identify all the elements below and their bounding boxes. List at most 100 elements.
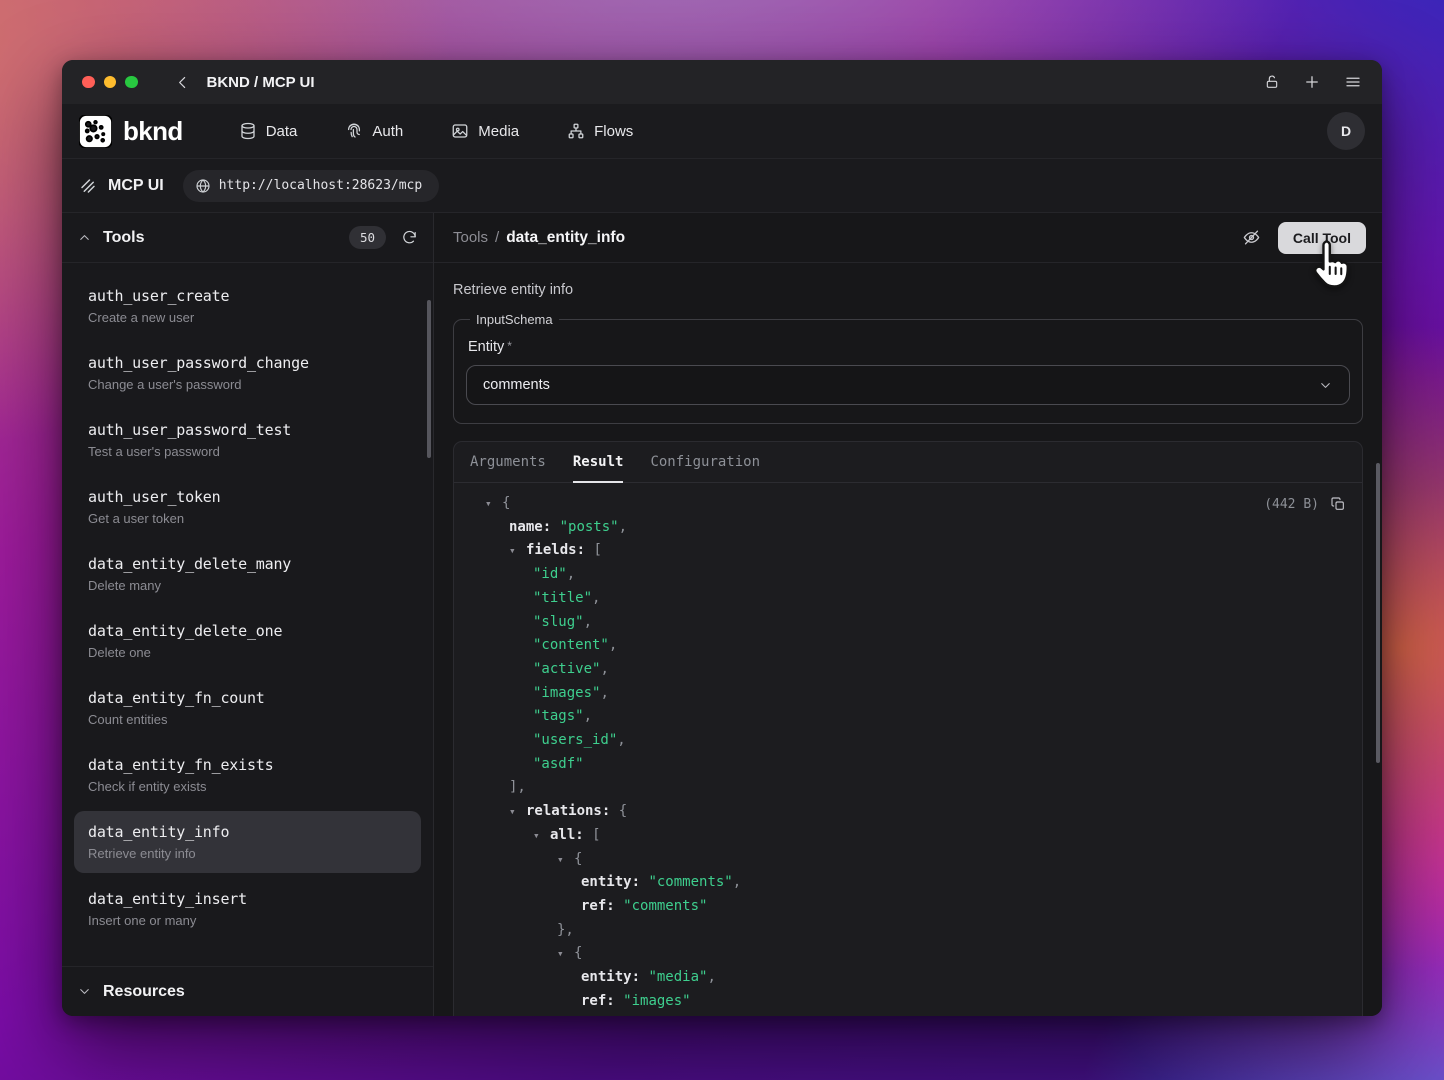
json-line: "id", (470, 563, 1346, 587)
json-punct: { (574, 851, 582, 867)
chevron-down-icon (77, 984, 92, 999)
close-window-button[interactable] (82, 76, 95, 89)
nav-item-media[interactable]: Media (451, 122, 519, 140)
chevron-down-icon (1318, 378, 1333, 393)
input-schema-legend: InputSchema (470, 312, 559, 327)
json-line: ▾{ (470, 492, 1346, 516)
back-icon[interactable] (174, 74, 191, 91)
json-punct: [ (593, 542, 601, 558)
tool-list-item[interactable]: data_entity_fn_existsCheck if entity exi… (74, 744, 421, 806)
collapse-toggle-icon[interactable]: ▾ (509, 539, 526, 563)
main-scrollbar[interactable] (1376, 463, 1380, 763)
tool-list-item[interactable]: data_entity_delete_manyDelete many (74, 543, 421, 605)
json-line: ▾all: [ (470, 824, 1346, 848)
tab-configuration[interactable]: Configuration (650, 442, 760, 483)
minimize-window-button[interactable] (104, 76, 117, 89)
tool-description: Retrieve entity info (434, 263, 1382, 298)
brand-logo[interactable]: bknd (79, 115, 183, 148)
json-line: "slug", (470, 611, 1346, 635)
new-tab-plus-icon[interactable] (1303, 73, 1321, 91)
refresh-icon[interactable] (401, 229, 418, 246)
nav-item-flows[interactable]: Flows (567, 122, 633, 140)
json-punct (584, 827, 592, 843)
json-line: ], (470, 776, 1346, 800)
json-key: ref: (581, 993, 615, 1009)
json-string: "media" (648, 969, 707, 985)
collapse-toggle-icon[interactable]: ▾ (557, 942, 574, 966)
sidebar-scrollbar[interactable] (427, 300, 431, 458)
json-line: ref: "comments" (470, 895, 1346, 919)
collapse-toggle-icon[interactable]: ▾ (485, 492, 502, 516)
json-key: fields: (526, 542, 585, 558)
tool-list-item[interactable]: data_entity_insertInsert one or many (74, 878, 421, 940)
maximize-window-button[interactable] (125, 76, 138, 89)
json-string: "title" (533, 590, 592, 606)
collapse-toggle-icon[interactable]: ▾ (509, 800, 526, 824)
database-icon (239, 122, 257, 140)
tool-list-item[interactable]: auth_user_password_change Change a user's… (74, 342, 421, 404)
json-string: "posts" (560, 519, 619, 535)
json-line: name: "posts", (470, 516, 1346, 540)
user-avatar[interactable]: D (1327, 112, 1365, 150)
entity-select-value: comments (483, 377, 550, 393)
json-string: "images" (533, 685, 600, 701)
window-titlebar: BKND / MCP UI (62, 60, 1382, 104)
json-line: entity: "media", (470, 966, 1346, 990)
tools-count-badge: 50 (349, 226, 386, 249)
json-line: "asdf" (470, 753, 1346, 777)
json-punct: , (584, 614, 592, 630)
tab-arguments[interactable]: Arguments (470, 442, 546, 483)
tab-result[interactable]: Result (573, 442, 624, 483)
json-punct: , (617, 732, 625, 748)
nav-item-data[interactable]: Data (239, 122, 298, 140)
chevron-up-icon (77, 230, 92, 245)
tools-list: auth_user_createCreate a new userauth_us… (62, 263, 433, 966)
eye-off-icon[interactable] (1242, 228, 1261, 247)
collapse-toggle-icon[interactable]: ▾ (557, 848, 574, 872)
server-url-pill[interactable]: http://localhost:28623/mcp (183, 170, 440, 202)
tool-name: data_entity_info (88, 823, 407, 841)
tools-sidebar: Tools 50 auth_user_createCreate a new us… (62, 213, 434, 1016)
collapse-toggle-icon[interactable]: ▾ (533, 824, 550, 848)
result-size-label: (442 B) (1264, 497, 1319, 512)
json-line: }, (470, 919, 1346, 943)
server-url: http://localhost:28623/mcp (219, 178, 423, 193)
json-punct (610, 803, 618, 819)
json-punct: { (574, 945, 582, 961)
resources-section-header[interactable]: Resources (62, 966, 433, 1016)
tool-description: Change a user's password (88, 377, 407, 392)
json-line: "content", (470, 634, 1346, 658)
mcp-ui-title: MCP UI (108, 177, 164, 195)
tool-list-item[interactable]: data_entity_fn_countCount entities (74, 677, 421, 739)
nav-item-auth[interactable]: Auth (345, 122, 403, 140)
json-punct (615, 898, 623, 914)
json-punct: { (619, 803, 627, 819)
tool-list-item[interactable]: auth_user_tokenGet a user token (74, 476, 421, 538)
json-punct: , (600, 685, 608, 701)
tool-list-item[interactable]: auth_user_password_testTest a user's pas… (74, 409, 421, 471)
tool-detail-panel: Tools / data_entity_info Call Tool Retri… (434, 213, 1382, 1016)
json-string: "comments" (623, 898, 707, 914)
tool-name: data_entity_insert (88, 890, 407, 908)
json-line: "title", (470, 587, 1346, 611)
lock-open-icon[interactable] (1264, 74, 1280, 90)
tool-list-item[interactable]: auth_user_createCreate a new user (74, 275, 421, 337)
flows-icon (567, 122, 585, 140)
json-punct: , (733, 874, 741, 890)
tool-description: Get a user token (88, 511, 407, 526)
menu-icon[interactable] (1344, 73, 1362, 91)
json-string: "id" (533, 566, 567, 582)
json-string: "slug" (533, 614, 584, 630)
entity-select[interactable]: comments (466, 365, 1350, 405)
json-punct: , (619, 519, 627, 535)
tools-section-header[interactable]: Tools 50 (62, 213, 433, 263)
window-title: BKND / MCP UI (207, 74, 315, 91)
json-punct: , (567, 566, 575, 582)
breadcrumb-parent[interactable]: Tools (453, 229, 488, 246)
tool-list-item[interactable]: data_entity_delete_oneDelete one (74, 610, 421, 672)
tool-name: auth_user_password_change (88, 354, 407, 372)
app-window: BKND / MCP UI bknd Data Auth Media Flows D (62, 60, 1382, 1016)
tool-list-item[interactable]: data_entity_infoRetrieve entity info (74, 811, 421, 873)
entity-field-label: Entity* (468, 339, 1350, 355)
copy-icon[interactable] (1330, 496, 1346, 512)
